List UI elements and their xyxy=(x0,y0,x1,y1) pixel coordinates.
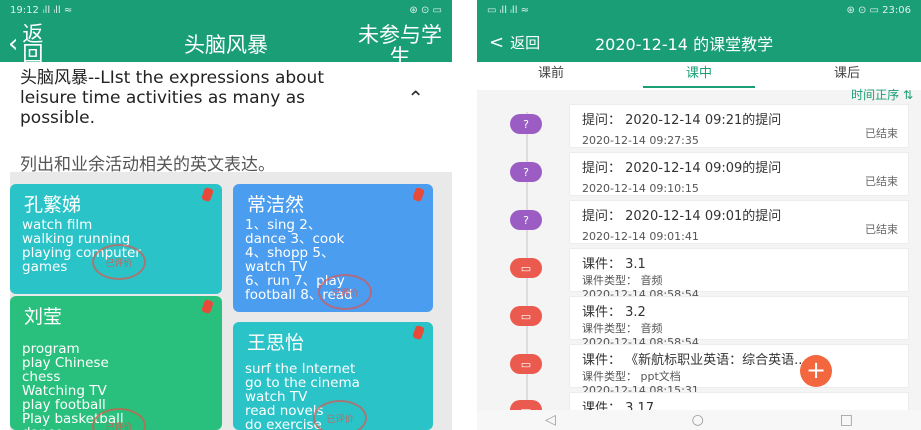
item-card[interactable]: 提问： 2020-12-14 09:01的提问 2020-12-14 09:01… xyxy=(569,200,909,244)
nav-back-icon[interactable]: ◁ xyxy=(545,412,556,428)
item-title: 提问： 2020-12-14 09:01的提问 xyxy=(582,209,782,224)
sort-toggle[interactable]: 时间正序 ⇅ xyxy=(851,86,913,103)
status-badge: 已结束 xyxy=(865,127,898,140)
prompt-english: 头脑风暴--LIst the expressions about leisure… xyxy=(20,68,324,128)
reviewed-stamp: 已评价 xyxy=(313,400,367,430)
item-type: 课件类型： 音频 xyxy=(582,274,663,287)
item-time: 2020-12-14 09:27:35 xyxy=(582,134,699,147)
courseware-icon: ▭ xyxy=(510,306,542,326)
status-icons: ⊛ ⊙ ▭ 23:06 xyxy=(846,4,911,16)
student-name: 常洁然 xyxy=(247,194,305,216)
item-title: 提问： 2020-12-14 09:09的提问 xyxy=(582,161,782,176)
student-card[interactable]: 孔繁娣 watch film walking running playing c… xyxy=(10,184,222,294)
item-title: 课件： 《新航标职业英语：综合英语... xyxy=(582,353,807,368)
item-card[interactable]: 提问： 2020-12-14 09:09的提问 2020-12-14 09:10… xyxy=(569,152,909,196)
nav-home-icon[interactable]: ○ xyxy=(692,412,704,428)
system-nav-bar: ◁ ○ □ xyxy=(477,410,921,430)
question-icon: ? xyxy=(510,210,542,230)
nav-recent-icon[interactable]: □ xyxy=(840,412,853,428)
class-timeline-screen: ▭ ᵢll ᵢll ≈ ⊛ ⊙ ▭ 23:06 < 返回 2020-12-14 … xyxy=(477,0,921,430)
sort-label: 时间正序 xyxy=(851,88,900,102)
reviewed-stamp: 已评价 xyxy=(318,274,372,310)
add-button[interactable]: + xyxy=(800,355,832,387)
app-bar: < 返回 2020-12-14 的课堂教学 xyxy=(477,20,921,62)
status-badge: 已结束 xyxy=(865,223,898,236)
status-bar: ▭ ᵢll ᵢll ≈ ⊛ ⊙ ▭ 23:06 xyxy=(477,0,921,20)
item-card[interactable]: 课件： 《新航标职业英语：综合英语... 课件类型： ppt文档 2020-12… xyxy=(569,344,909,397)
prompt-section: 头脑风暴--LIst the expressions about leisure… xyxy=(0,62,452,175)
status-signal: ᵢll ᵢll ≈ xyxy=(42,4,73,16)
tab-before-class[interactable]: 课前 xyxy=(477,62,625,90)
item-type: 课件类型： 音频 xyxy=(582,322,663,335)
collapse-chevron-icon[interactable]: ⌃ xyxy=(407,86,424,110)
question-icon: ? xyxy=(510,114,542,134)
reviewed-stamp: 已评价 xyxy=(92,244,146,280)
status-icons: ⊛ ⊙ ▭ xyxy=(409,4,442,16)
question-icon: ? xyxy=(510,162,542,182)
response-board: 孔繁娣 watch film walking running playing c… xyxy=(10,172,452,430)
page-title: 2020-12-14 的课堂教学 xyxy=(595,35,774,54)
item-title: 提问： 2020-12-14 09:21的提问 xyxy=(582,113,782,128)
student-card[interactable]: 常洁然 1、sing 2、 dance 3、cook 4、shopp 5、 wa… xyxy=(233,184,433,312)
status-badge: 已结束 xyxy=(865,175,898,188)
item-time: 2020-12-14 09:01:41 xyxy=(582,230,699,243)
student-name: 孔繁娣 xyxy=(24,194,82,216)
courseware-icon: ▭ xyxy=(510,258,542,278)
tab-during-class[interactable]: 课中 xyxy=(625,62,773,90)
status-time: 19:12 xyxy=(10,4,39,16)
student-name: 王思怡 xyxy=(247,332,305,354)
item-type: 课件类型： ppt文档 xyxy=(582,370,681,383)
back-button[interactable]: < 返回 xyxy=(489,32,540,53)
item-card[interactable]: 提问： 2020-12-14 09:21的提问 2020-12-14 09:27… xyxy=(569,104,909,148)
student-card[interactable]: 王思怡 surf the Internet go to the cinema w… xyxy=(233,322,433,430)
item-title: 课件： 3.1 xyxy=(582,257,646,272)
app-bar: ‹ 返回 头脑风暴 未参与学生 xyxy=(0,20,452,68)
item-card[interactable]: 课件： 3.1 课件类型： 音频 2020-12-14 08:58:54 xyxy=(569,248,909,301)
chevron-left-icon: < xyxy=(489,32,505,53)
item-time: 2020-12-14 09:10:15 xyxy=(582,182,699,195)
student-card[interactable]: 刘莹 program play Chinese chess Watching T… xyxy=(10,296,222,430)
status-signal: ▭ ᵢll ᵢll ≈ xyxy=(487,4,530,16)
item-title: 课件： 3.2 xyxy=(582,305,646,320)
status-bar: 19:12 ᵢll ᵢll ≈ ⊛ ⊙ ▭ xyxy=(0,0,452,20)
student-name: 刘莹 xyxy=(24,306,63,328)
brainstorm-screen: 19:12 ᵢll ᵢll ≈ ⊛ ⊙ ▭ ‹ 返回 头脑风暴 未参与学生 头脑… xyxy=(0,0,452,430)
item-card[interactable]: 课件： 3.2 课件类型： 音频 2020-12-14 08:58:54 xyxy=(569,296,909,349)
sort-icon: ⇅ xyxy=(902,88,913,102)
back-label: 返回 xyxy=(510,34,541,52)
courseware-icon: ▭ xyxy=(510,354,542,374)
